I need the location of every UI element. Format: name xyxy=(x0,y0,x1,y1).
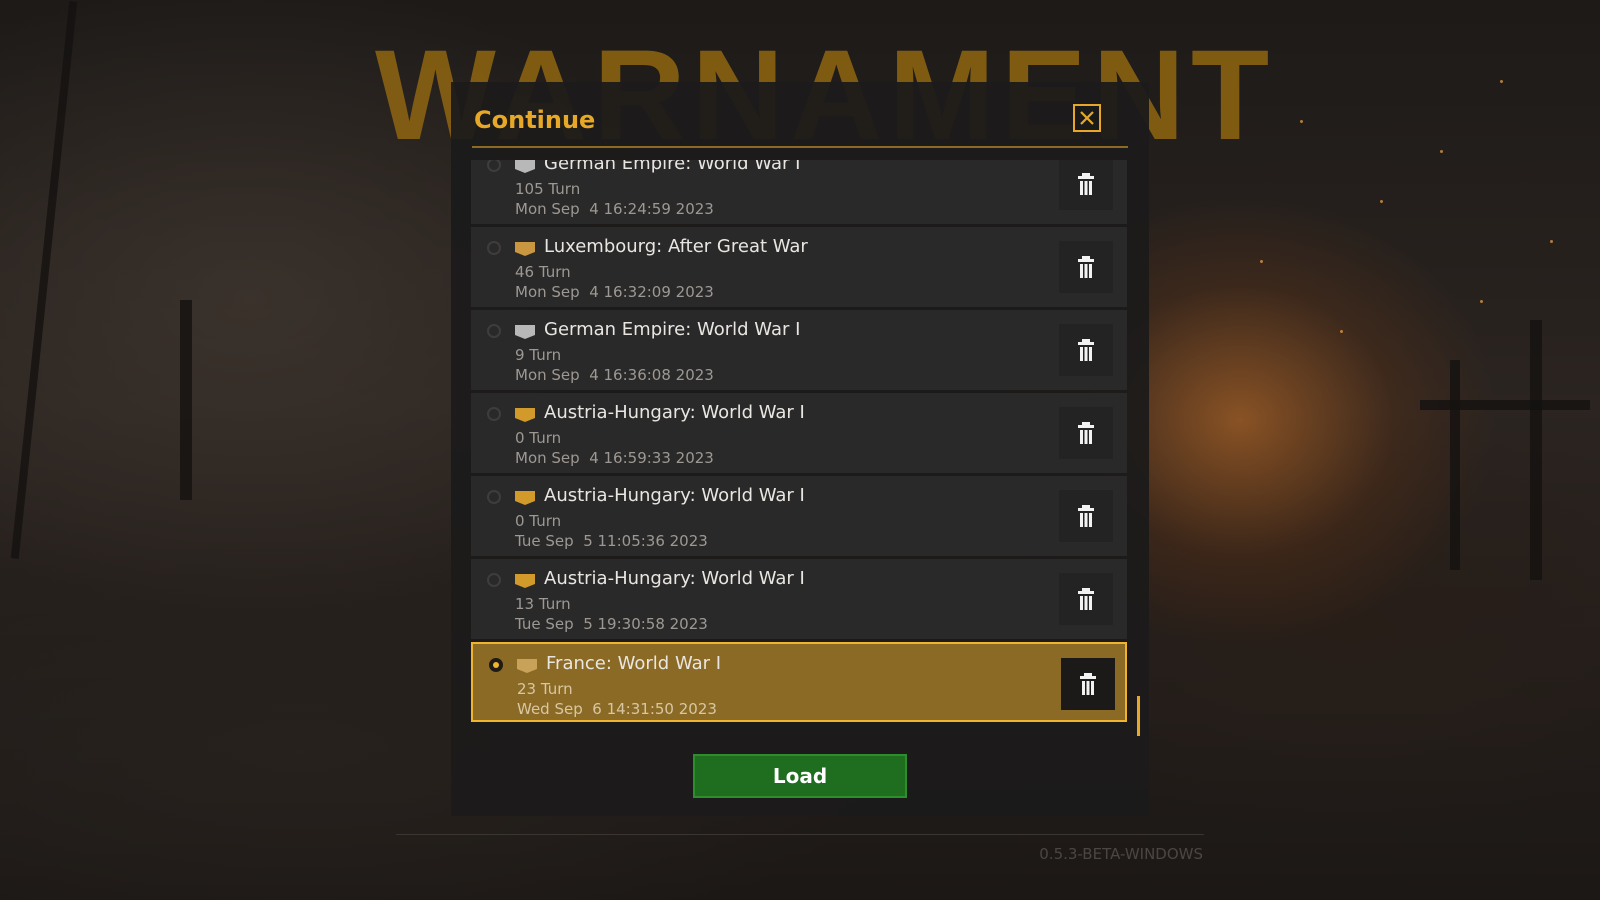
save-turn: 9 Turn xyxy=(515,346,562,364)
save-date: Tue Sep 5 11:05:36 2023 xyxy=(515,532,708,550)
continue-dialog: Continue German Empire: World War I 105 T… xyxy=(451,82,1149,816)
ember xyxy=(1500,80,1503,83)
save-turn: 0 Turn xyxy=(515,512,562,530)
delete-save-button[interactable] xyxy=(1059,241,1113,293)
save-name: German Empire: World War I xyxy=(544,319,801,340)
ember xyxy=(1480,300,1483,303)
ember xyxy=(1300,120,1303,123)
scrollbar-thumb[interactable] xyxy=(1137,696,1140,736)
save-turn: 0 Turn xyxy=(515,429,562,447)
trash-icon xyxy=(1080,673,1096,695)
delete-save-button[interactable] xyxy=(1059,324,1113,376)
save-date: Mon Sep 4 16:36:08 2023 xyxy=(515,366,714,384)
background-beam-right xyxy=(1420,400,1590,410)
save-radio[interactable] xyxy=(487,324,501,338)
ember xyxy=(1380,200,1383,203)
save-row[interactable]: France: World War I 23 Turn Wed Sep 6 14:3… xyxy=(471,642,1127,722)
trash-icon xyxy=(1078,422,1094,444)
save-list[interactable]: German Empire: World War I 105 Turn Mon Se… xyxy=(471,160,1131,812)
trash-icon xyxy=(1078,173,1094,195)
close-icon xyxy=(1080,111,1094,125)
flag-icon xyxy=(515,160,535,173)
background-post-right-2 xyxy=(1450,360,1460,570)
ember xyxy=(1260,260,1263,263)
delete-save-button[interactable] xyxy=(1059,160,1113,210)
background-post-left xyxy=(180,300,192,500)
save-date: Mon Sep 4 16:32:09 2023 xyxy=(515,283,714,301)
close-button[interactable] xyxy=(1073,104,1101,132)
flag-icon xyxy=(515,574,535,588)
delete-save-button[interactable] xyxy=(1059,407,1113,459)
flag-icon xyxy=(515,491,535,505)
save-row[interactable]: Austria-Hungary: World War I 13 Turn Tue S… xyxy=(471,559,1127,639)
save-date: Tue Sep 5 19:30:58 2023 xyxy=(515,615,708,633)
save-name: Austria-Hungary: World War I xyxy=(544,402,805,423)
save-radio[interactable] xyxy=(487,407,501,421)
load-button[interactable]: Load xyxy=(693,754,907,798)
save-row[interactable]: German Empire: World War I 9 Turn Mon Sep … xyxy=(471,310,1127,390)
trash-icon xyxy=(1078,256,1094,278)
trash-icon xyxy=(1078,505,1094,527)
dialog-title: Continue xyxy=(474,106,596,134)
save-name: Austria-Hungary: World War I xyxy=(544,485,805,506)
flag-icon xyxy=(517,659,537,673)
save-turn: 13 Turn xyxy=(515,595,571,613)
save-date: Wed Sep 6 14:31:50 2023 xyxy=(517,700,717,718)
save-name: Luxembourg: After Great War xyxy=(544,236,808,257)
flag-icon xyxy=(515,408,535,422)
save-name: France: World War I xyxy=(546,653,722,674)
dialog-header: Continue xyxy=(472,102,1128,148)
version-label: 0.5.3-BETA-WINDOWS xyxy=(1039,845,1203,863)
save-name: German Empire: World War I xyxy=(544,160,801,174)
save-row[interactable]: Austria-Hungary: World War I 0 Turn Tue Se… xyxy=(471,476,1127,556)
ember xyxy=(1440,150,1443,153)
flag-icon xyxy=(515,242,535,256)
save-name: Austria-Hungary: World War I xyxy=(544,568,805,589)
trash-icon xyxy=(1078,339,1094,361)
save-date: Mon Sep 4 16:24:59 2023 xyxy=(515,200,714,218)
save-row[interactable]: Luxembourg: After Great War 46 Turn Mon Se… xyxy=(471,227,1127,307)
trash-icon xyxy=(1078,588,1094,610)
ember xyxy=(1550,240,1553,243)
delete-save-button[interactable] xyxy=(1059,573,1113,625)
save-date: Mon Sep 4 16:59:33 2023 xyxy=(515,449,714,467)
background-tree-left xyxy=(10,1,78,559)
save-turn: 105 Turn xyxy=(515,180,581,198)
save-row[interactable]: German Empire: World War I 105 Turn Mon Se… xyxy=(471,160,1127,224)
save-radio[interactable] xyxy=(487,490,501,504)
save-row[interactable]: Austria-Hungary: World War I 0 Turn Mon Se… xyxy=(471,393,1127,473)
save-radio[interactable] xyxy=(487,241,501,255)
save-radio[interactable] xyxy=(487,160,501,172)
background-post-right xyxy=(1530,320,1542,580)
save-radio[interactable] xyxy=(489,658,503,672)
save-turn: 46 Turn xyxy=(515,263,571,281)
delete-save-button[interactable] xyxy=(1059,490,1113,542)
ember xyxy=(1340,330,1343,333)
flag-icon xyxy=(515,325,535,339)
save-radio[interactable] xyxy=(487,573,501,587)
footer-divider xyxy=(396,834,1204,835)
delete-save-button[interactable] xyxy=(1061,658,1115,710)
save-turn: 23 Turn xyxy=(517,680,573,698)
